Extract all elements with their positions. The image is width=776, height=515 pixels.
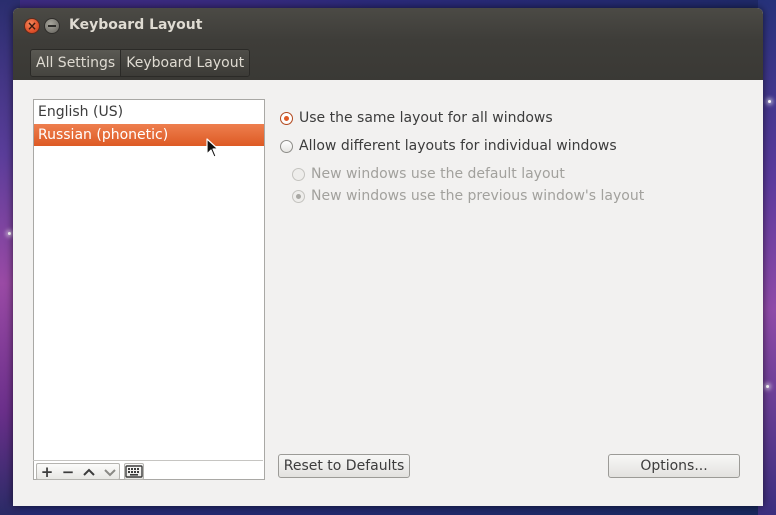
radio-default-layout [292,167,305,181]
titlebar: × Keyboard Layout All Settings Keyboard … [13,8,763,80]
different-layouts-label: Allow different layouts for individual w… [299,138,617,154]
wallpaper-star [8,232,11,235]
reset-to-defaults-button[interactable]: Reset to Defaults [278,454,410,478]
list-item-english-us[interactable]: English (US) [34,101,264,123]
main-panel: English (US) Russian (phonetic) + − Use … [17,80,759,506]
same-layout-option[interactable]: Use the same layout for all windows [280,110,553,126]
radio-previous-layout [292,189,305,203]
breadcrumb-all-settings[interactable]: All Settings [31,50,121,76]
radio-different-layouts[interactable] [280,139,293,153]
radio-same-layout[interactable] [280,111,293,125]
layout-list[interactable]: English (US) Russian (phonetic) [33,99,265,480]
wallpaper-star [766,385,769,388]
window-title: Keyboard Layout [69,17,203,33]
keyboard-layout-window: × Keyboard Layout All Settings Keyboard … [13,8,763,506]
add-layout-button[interactable]: + [37,464,57,481]
previous-layout-option: New windows use the previous window's la… [292,188,644,204]
wallpaper-star [768,100,771,103]
options-button[interactable]: Options... [608,454,740,478]
default-layout-label: New windows use the default layout [311,166,565,182]
close-window-button[interactable]: × [24,18,40,34]
remove-layout-button[interactable]: − [58,464,78,481]
minimize-window-button[interactable] [44,18,60,34]
close-icon: × [26,19,38,33]
default-layout-option: New windows use the default layout [292,166,565,182]
move-down-button[interactable] [100,464,120,481]
same-layout-label: Use the same layout for all windows [299,110,553,126]
minimize-icon [48,25,56,27]
chevron-up-icon [83,468,95,476]
list-item-russian-phonetic[interactable]: Russian (phonetic) [34,124,264,146]
keyboard-icon [125,465,143,478]
layout-list-toolbar: + − [33,460,263,481]
previous-layout-label: New windows use the previous window's la… [311,188,645,204]
move-up-button[interactable] [79,464,99,481]
different-layouts-option[interactable]: Allow different layouts for individual w… [280,138,617,154]
breadcrumb: All Settings Keyboard Layout [30,49,251,77]
breadcrumb-keyboard-layout[interactable]: Keyboard Layout [120,50,250,76]
show-keyboard-button[interactable] [124,463,144,480]
layout-edit-buttons: + − [36,463,120,480]
chevron-down-icon [104,469,116,477]
mouse-pointer-icon [206,138,219,158]
plus-icon: + [40,463,54,481]
minus-icon: − [61,463,75,481]
